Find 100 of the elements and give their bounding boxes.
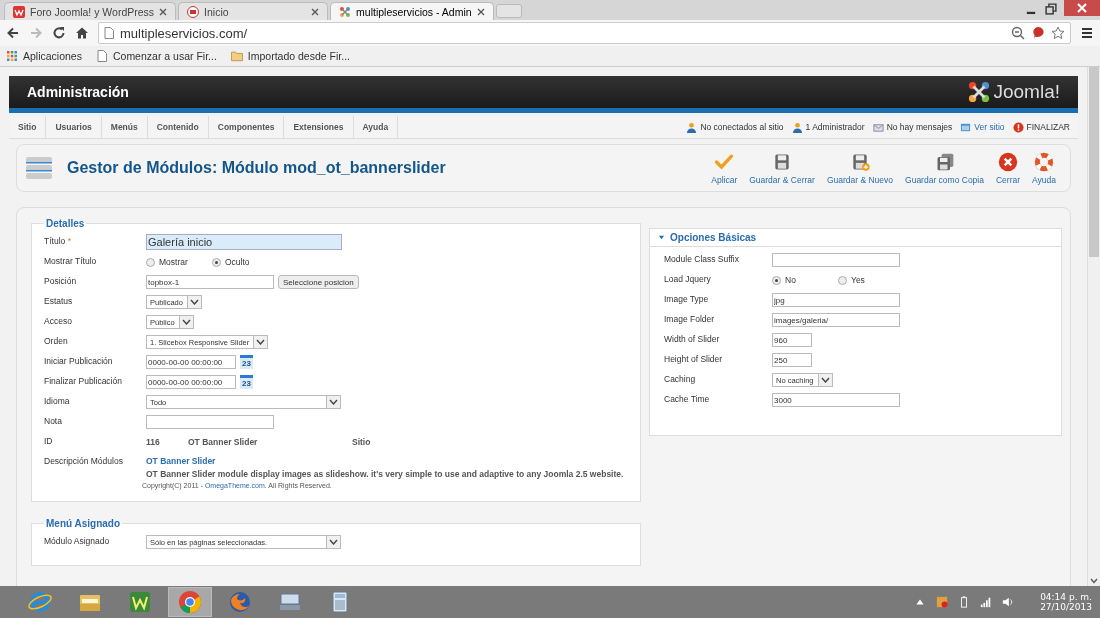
close-window-button[interactable]	[1064, 0, 1100, 16]
close-tab-icon[interactable]	[159, 7, 168, 16]
joomla-logo-icon	[968, 81, 991, 103]
text-field[interactable]: images/galeria/	[772, 313, 900, 327]
menu-item[interactable]: Ayuda	[353, 116, 399, 138]
toolbar-button[interactable]: Aplicar	[705, 151, 744, 185]
options-header[interactable]: Opciones Básicas	[650, 229, 1061, 247]
section-title: Menú Asignado	[45, 518, 122, 529]
menu-item[interactable]: Componentes	[208, 116, 285, 138]
text-field[interactable]: topbox-1	[146, 275, 274, 289]
menu-item[interactable]: Menús	[101, 116, 148, 138]
star-icon[interactable]	[1051, 26, 1065, 40]
close-tab-icon[interactable]	[476, 7, 485, 16]
field-label: Finalizar Publicación	[44, 375, 123, 386]
field-label: Módulo Asignado	[44, 535, 111, 546]
scrollbar[interactable]	[1087, 67, 1100, 586]
field-label: Acceso	[44, 315, 73, 326]
menu-item[interactable]: Contenido	[147, 116, 209, 138]
caret-down-icon	[820, 377, 830, 383]
radio-button[interactable]	[212, 257, 221, 267]
radio-button[interactable]	[146, 257, 155, 267]
browser-e-icon[interactable]	[28, 590, 52, 614]
text-field[interactable]	[146, 415, 274, 429]
caret-down-icon	[329, 399, 338, 405]
bookmark[interactable]: Importado desde Fir...	[230, 50, 350, 62]
toolbar-button[interactable]: Cerrar	[989, 151, 1027, 185]
radio-button[interactable]	[772, 275, 781, 285]
view-site-link[interactable]: Ver sitio	[974, 122, 1005, 132]
calendar-icon[interactable]: 23	[240, 355, 253, 369]
restore-icon[interactable]	[1044, 2, 1058, 16]
title-field[interactable]: Galería inicio	[146, 234, 342, 250]
clock[interactable]: 04:14 p. m. 27/10/2013	[1040, 592, 1092, 612]
address-bar[interactable]: multipleservicios.com/	[98, 22, 1071, 44]
chrome-icon[interactable]	[178, 590, 202, 614]
text-field[interactable]: jpg	[772, 293, 900, 307]
speaker-icon[interactable]	[1002, 596, 1015, 608]
joomla-logo-icon	[339, 5, 352, 18]
text-field[interactable]	[772, 253, 900, 267]
bookmark[interactable]: Comenzar a usar Fir...	[95, 50, 217, 62]
id-value: 116	[146, 437, 161, 447]
toolbar-button[interactable]: Guardar & Cerrar	[743, 151, 821, 185]
text-field[interactable]: 3000	[772, 393, 900, 407]
speech-bubble-icon[interactable]	[1031, 26, 1045, 40]
menu-icon[interactable]	[1080, 26, 1094, 40]
close-icon	[998, 151, 1018, 172]
close-icon	[1077, 3, 1087, 13]
w-app-icon[interactable]	[128, 590, 152, 614]
text-field[interactable]: 250	[772, 353, 812, 367]
menu-item[interactable]: Extensiones	[284, 116, 354, 138]
bookmark[interactable]: Aplicaciones	[6, 50, 82, 62]
home-icon[interactable]	[75, 26, 89, 40]
back-icon[interactable]	[6, 26, 20, 40]
scroll-down-icon[interactable]	[1090, 578, 1098, 584]
browser-tab[interactable]: multipleservicios - Admin	[330, 2, 494, 20]
field-label: Cache Time	[664, 393, 711, 404]
radio-label: No	[785, 275, 796, 285]
field-label: Image Folder	[664, 313, 716, 324]
apps-grid-icon	[6, 50, 18, 62]
clock-time: 04:14 p. m.	[1040, 592, 1092, 602]
logout-link[interactable]: FINALIZAR	[1026, 122, 1070, 132]
checkmark-icon	[714, 151, 735, 172]
field-label: Título *	[44, 235, 72, 246]
field-label: Idioma	[44, 395, 71, 406]
status-text: 1 Administrador	[805, 122, 865, 132]
browser-tab[interactable]: Foro Joomla! y WordPress	[4, 2, 177, 20]
firefox-icon[interactable]	[228, 590, 252, 614]
text-field[interactable]: 960	[772, 333, 812, 347]
clock-date: 27/10/2013	[1040, 602, 1092, 612]
taskbar-button[interactable]	[168, 587, 212, 617]
menu-item[interactable]: Usuarios	[46, 116, 102, 138]
browser-tab[interactable]: Inicio	[178, 2, 329, 20]
site-logo-icon	[187, 5, 200, 18]
field-label: Descripción Módulos	[44, 455, 124, 466]
menu-item[interactable]: Sitio	[9, 116, 47, 138]
status-text: No hay mensajes	[886, 122, 953, 132]
reload-icon[interactable]	[52, 26, 66, 40]
status-text: No conectados al sitio	[700, 122, 784, 132]
description-text: OT Banner Slider module display images as slideshow. it's very simple to use and adaptive to any Joomla 2.5 website.	[145, 468, 624, 480]
toolbar-button[interactable]: Guardar & Nuevo	[820, 151, 900, 185]
id-value: OT Banner Slider	[188, 437, 259, 447]
radio-label: Yes	[851, 275, 865, 285]
calendar-icon[interactable]: 23	[240, 375, 253, 389]
toolbar-button[interactable]: Guardar como Copia	[899, 151, 990, 185]
caret-down-icon	[658, 234, 665, 241]
zoom-out-icon[interactable]	[1011, 26, 1025, 40]
monitor-icon	[960, 121, 972, 133]
date-field[interactable]: 0000-00-00 00:00:00	[146, 355, 236, 369]
w-logo-icon	[13, 5, 25, 18]
close-tab-icon[interactable]	[311, 7, 320, 16]
radio-button[interactable]	[838, 275, 847, 285]
toolbar-button[interactable]: Ayuda	[1026, 151, 1062, 185]
signal-icon[interactable]	[980, 596, 993, 608]
section-title: Detalles	[45, 218, 86, 229]
select-position-button[interactable]: Seleccione posicion	[278, 275, 359, 289]
date-field[interactable]: 0000-00-00 00:00:00	[146, 375, 236, 389]
field-label: Mostrar Título	[44, 255, 98, 266]
caret-down-icon	[329, 539, 338, 545]
radio-label: Oculto	[225, 257, 250, 267]
admin-title: Administración	[27, 84, 129, 100]
field-label: Image Type	[664, 293, 710, 304]
